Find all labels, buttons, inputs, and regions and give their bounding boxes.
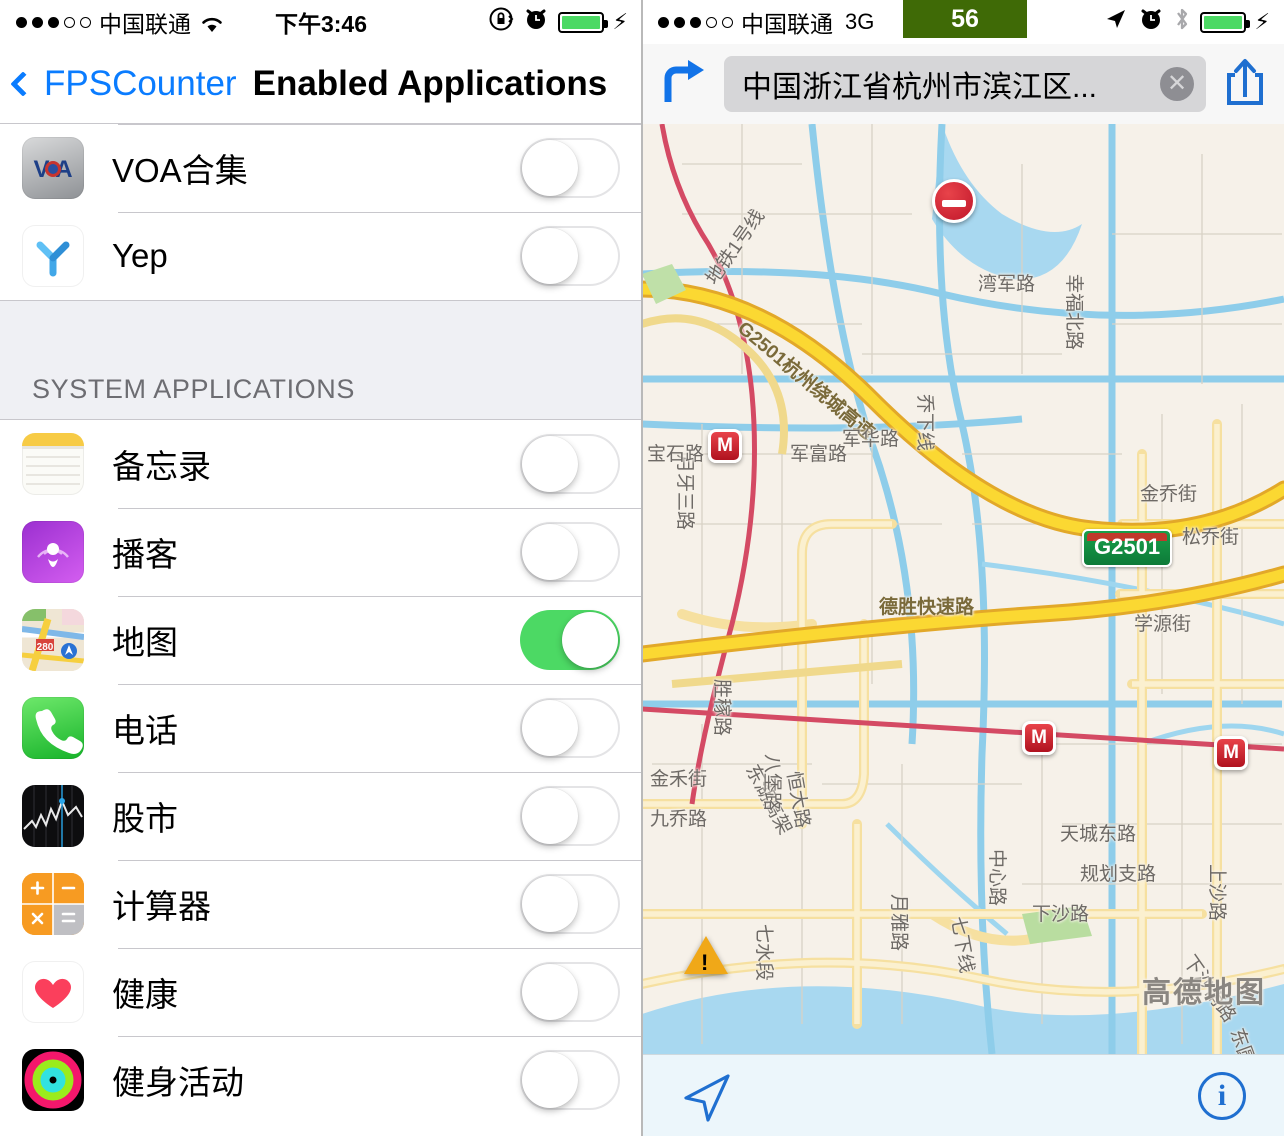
list-item-label: Yep [112,237,168,274]
page-title: Enabled Applications [252,63,608,103]
bluetooth-icon [1173,6,1191,38]
stocks-app-icon [22,785,84,847]
list-item[interactable]: 280 地图 [0,596,642,684]
maps-toolbar: 中国浙江省杭州市滨江区... ✕ [642,44,1284,124]
list-item-label: 播客 [112,536,178,573]
list-item[interactable]: V A VOA合集 [0,124,642,212]
signal-strength-icon [658,16,733,28]
status-right-group: ⚡ [1103,6,1284,38]
list-item-label: 股市 [112,800,178,837]
metro-station-icon[interactable]: M [708,429,742,463]
carrier-label: 中国联通 [741,11,833,37]
alarm-clock-icon [1138,6,1164,38]
battery-icon [557,11,608,33]
list-item-label: 健康 [112,976,178,1013]
system-applications-list: 备忘录 播客 280 地图 电话 股市 计算器 健康 健身活动 [0,420,642,1124]
back-button-label: FPSCounter [44,63,237,103]
podcasts-app-icon [22,521,84,583]
warning-icon[interactable]: ! [684,936,728,975]
enable-toggle[interactable] [520,962,620,1022]
metro-station-icon[interactable]: M [1214,736,1248,770]
metro-station-icon[interactable]: M [1022,721,1056,755]
left-status-bar: 中国联通 下午3:46 ⚡ [0,0,642,44]
enable-toggle[interactable] [520,1050,620,1110]
alarm-clock-icon [523,6,549,38]
status-left-group: 中国联通 3G [642,5,874,39]
section-header-label: SYSTEM APPLICATIONS [32,374,355,404]
right-pane-maps: 中国联通 3G ⚡ 56 中国浙江省杭州市滨江区... ✕ 地铁1号线 G250… [642,0,1284,1136]
map-canvas[interactable]: 地铁1号线 G2501杭州绕城高速 军华路 湾军路 幸福北路 月牙三路 宝石路 军富路 乔下线金… [642,124,1284,1054]
voa-app-icon: V A [22,137,84,199]
yep-app-icon [22,225,84,287]
list-item[interactable]: Yep [0,212,642,300]
left-pane-fpscounter-settings: 中国联通 下午3:46 ⚡ FPSCounter Enabled Applica… [0,0,642,1136]
network-type-label: 3G [845,9,875,34]
signal-strength-icon [16,16,91,28]
pane-divider [641,0,643,1136]
status-left-group: 中国联通 [0,5,223,39]
dual-screenshot: 中国联通 下午3:46 ⚡ FPSCounter Enabled Applica… [0,0,1284,1136]
activity-app-icon [22,1049,84,1111]
list-item[interactable]: 健康 [0,948,642,1036]
enable-toggle[interactable] [520,226,620,286]
charging-bolt-icon: ⚡ [612,9,628,34]
turn-right-arrow-icon[interactable] [658,58,708,111]
list-item-label: 健身活动 [112,1064,244,1101]
section-header: SYSTEM APPLICATIONS [0,300,642,420]
carrier-label: 中国联通 [99,11,191,37]
calculator-app-icon [22,873,84,935]
list-item[interactable]: 股市 [0,772,642,860]
search-input-value: 中国浙江省杭州市滨江区... [742,71,1098,104]
charging-bolt-icon: ⚡ [1254,9,1270,34]
list-item-label: VOA合集 [112,152,248,189]
map-vector-layer [642,124,1284,1054]
search-input[interactable]: 中国浙江省杭州市滨江区... ✕ [724,56,1206,112]
user-applications-list: V A VOA合集 Yep [0,124,642,300]
route-shield-g2501: G2501 [1082,529,1173,567]
share-icon[interactable] [1222,57,1268,112]
no-entry-icon[interactable] [932,179,976,223]
back-button[interactable]: FPSCounter [10,63,237,104]
enable-toggle[interactable] [520,522,620,582]
maps-app-icon: 280 [22,609,84,671]
list-item[interactable]: 健身活动 [0,1036,642,1124]
list-item[interactable]: 计算器 [0,860,642,948]
notes-app-icon [22,433,84,495]
fps-counter-overlay: 56 [903,0,1027,38]
list-item-label: 电话 [112,712,178,749]
list-item[interactable]: 播客 [0,508,642,596]
enable-toggle[interactable] [520,698,620,758]
enable-toggle[interactable] [520,610,620,670]
list-item-label: 地图 [112,624,178,661]
rotation-lock-icon [488,6,514,38]
list-item-label: 计算器 [112,888,211,925]
enable-toggle[interactable] [520,434,620,494]
phone-app-icon [22,697,84,759]
enable-toggle[interactable] [520,138,620,198]
maps-bottom-bar: i [642,1054,1284,1136]
location-arrow-icon[interactable] [680,1072,730,1122]
info-circle-icon[interactable]: i [1198,1071,1246,1120]
location-arrow-icon [1103,7,1129,37]
enable-toggle[interactable] [520,786,620,846]
navigation-bar: FPSCounter Enabled Applications [0,44,642,124]
list-item[interactable]: 电话 [0,684,642,772]
enable-toggle[interactable] [520,874,620,934]
fps-value: 56 [951,4,979,33]
list-item[interactable]: 备忘录 [0,420,642,508]
clear-icon[interactable]: ✕ [1160,67,1194,101]
wifi-icon [199,13,223,32]
health-app-icon [22,961,84,1023]
chevron-left-icon [10,70,36,97]
list-item-label: 备忘录 [112,448,211,485]
battery-icon [1199,11,1250,33]
svg-text:280: 280 [37,642,54,653]
status-right-group: ⚡ [488,6,642,38]
